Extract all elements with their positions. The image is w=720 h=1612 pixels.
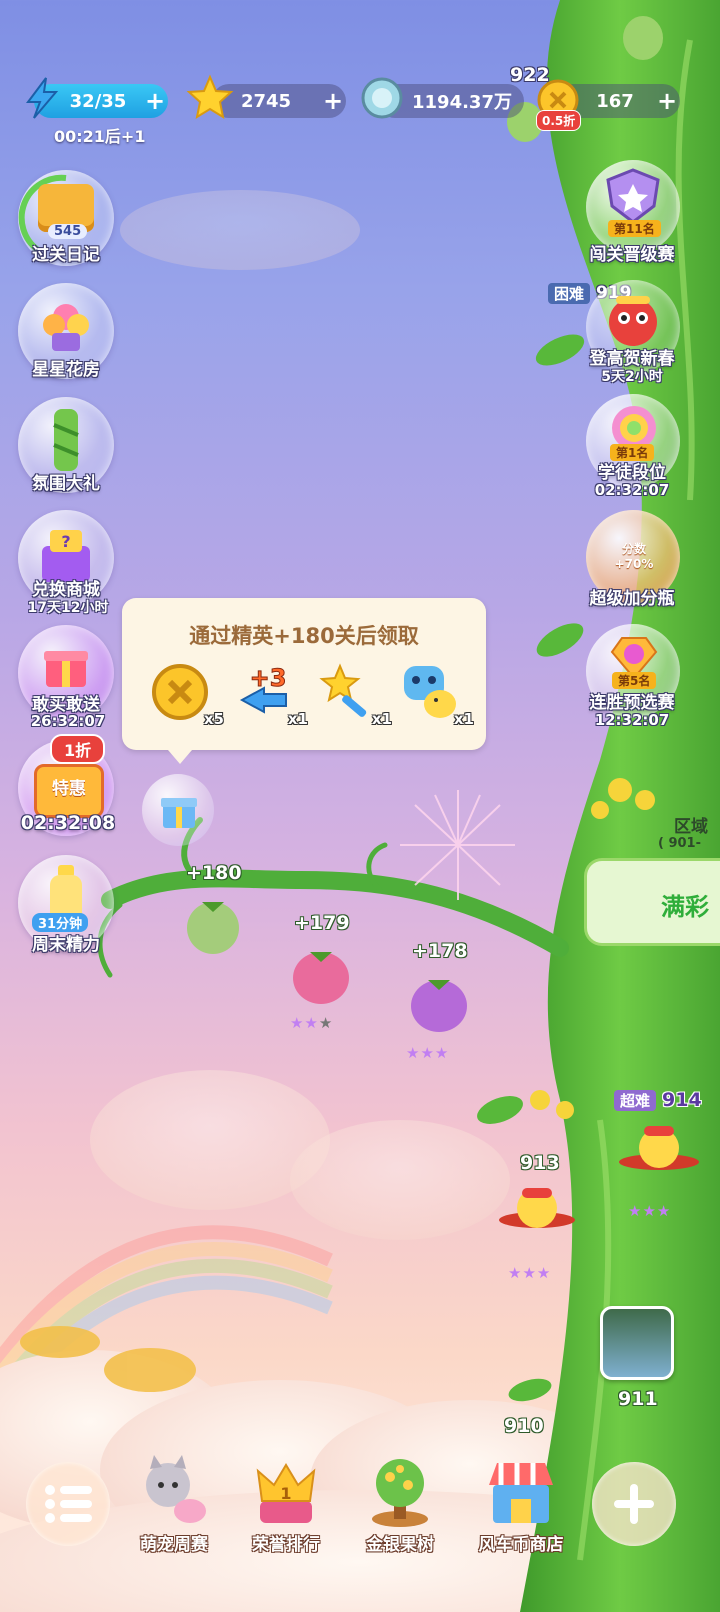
special-offer-icon: 特惠: [34, 764, 104, 818]
energy-timer: 00:21后+1: [54, 127, 146, 146]
nav-money-tree-label: 金银果树: [366, 1535, 434, 1555]
magic-wand-icon: [319, 663, 367, 717]
region-label: 区域: [674, 817, 708, 837]
new-year-climb-timer: 5天2小时: [601, 369, 663, 385]
nav-windmill-shop[interactable]: 风车币商店: [468, 1455, 574, 1555]
gold-plus-button[interactable]: +: [654, 88, 680, 114]
reward-count: x5: [203, 710, 224, 728]
money-tree-icon: [372, 1459, 428, 1527]
level-913-label: 913: [520, 1152, 560, 1174]
ambiance-gift-label: 氛围大礼: [32, 474, 100, 494]
nav-windmill-shop-label: 风车币商店: [478, 1535, 564, 1555]
discount-badge: 0.5折: [536, 110, 582, 131]
elite-level-179-label: +179: [294, 912, 350, 934]
elite-level-178-label: +178: [412, 940, 468, 962]
reward-count: x1: [453, 710, 474, 728]
coins-bar[interactable]: 1194.37万: [361, 77, 524, 119]
gift-box-icon: [44, 651, 88, 687]
super-score-bottle-label: 超级加分瓶: [589, 589, 675, 609]
elite-level-178-stars: ★★★: [406, 1044, 450, 1062]
nav-honor-rank[interactable]: 1 荣誉排行: [238, 1455, 334, 1555]
firework: [400, 790, 515, 900]
nav-money-tree[interactable]: 金银果树: [352, 1455, 448, 1555]
nav-honor-rank-label: 荣誉排行: [252, 1535, 320, 1555]
flower-icon: [43, 304, 89, 351]
vine-pillar-icon: [53, 409, 79, 471]
reward-tooltip: 通过精英+180关后领取 x5 +3 x1 x1 x1: [122, 598, 486, 764]
gift-box-icon: [161, 798, 197, 828]
elite-gift-button[interactable]: [142, 774, 214, 846]
menu-button[interactable]: [26, 1462, 110, 1546]
pass-diary-label: 过关日记: [32, 245, 100, 265]
reward-item-coin: x5: [150, 660, 224, 730]
elite-level-179-stars: ★★★: [290, 1014, 334, 1032]
reward-count: x1: [287, 710, 308, 728]
gold-coin-icon: [152, 664, 208, 720]
level-up-race-label: 闯关晋级赛: [589, 245, 675, 265]
exchange-shop-timer: 17天12小时: [27, 600, 109, 616]
level-913-node[interactable]: [494, 1180, 580, 1254]
level-up-race-badge: 第11名: [608, 220, 661, 237]
weekend-energy-label: 周末精力: [32, 935, 100, 955]
crown-icon: 1: [256, 1463, 316, 1523]
tooltip-title: 通过精英+180关后领取: [189, 624, 419, 648]
star-greenhouse-label: 星星花房: [32, 360, 100, 380]
reward-count: x1: [371, 710, 392, 728]
cat-pet-icon: [146, 1455, 206, 1523]
special-offer-timer: 02:32:08: [20, 812, 116, 834]
level-914-label: 914: [662, 1089, 702, 1111]
reward-item-pet: x1: [400, 660, 474, 730]
difficulty-tag-extreme: 超难: [614, 1090, 657, 1111]
waterfall-photo-node[interactable]: [600, 1306, 674, 1380]
level-914-node[interactable]: [614, 1118, 704, 1192]
streak-qualifier-label: 连胜预选赛: [589, 693, 675, 713]
score-bottle-badge: 分数 +70%: [614, 542, 654, 571]
plus3-text: +3: [250, 664, 287, 692]
shop-icon: [489, 1463, 553, 1523]
add-button[interactable]: [592, 1462, 676, 1546]
diary-badge: 545: [48, 224, 88, 239]
energy-plus-button[interactable]: +: [142, 88, 168, 114]
svg-text:?: ?: [61, 532, 70, 551]
elite-level-178-node[interactable]: [408, 970, 470, 1036]
shield-badge-icon: [606, 168, 660, 224]
apprentice-rank-label: 学徒段位: [598, 463, 666, 483]
plus-icon: [614, 1484, 654, 1524]
region-banner-text: 满彩: [661, 893, 709, 921]
level-910-label: 910: [504, 1415, 544, 1437]
energy-bar[interactable]: 32/35 +: [26, 77, 168, 119]
region-range: ( 901-: [658, 836, 701, 851]
level-913-stars: ★★★: [508, 1264, 552, 1282]
crown-rank-number: 1: [280, 1484, 291, 1503]
stars-bar[interactable]: 2745 +: [186, 74, 346, 120]
lion-dance-icon: [609, 296, 657, 346]
apprentice-rank-timer: 02:32:07: [594, 481, 670, 499]
silver-coin-icon: [361, 77, 403, 119]
lightning-icon: [26, 77, 59, 119]
difficulty-tag-hard: 困难: [548, 283, 591, 304]
elite-level-180-label: +180: [186, 862, 242, 884]
pet-chick-icon: [404, 666, 456, 718]
nav-pet-weekly[interactable]: 萌宠周赛: [126, 1455, 222, 1555]
dare-buy-timer: 26:32:07: [30, 712, 106, 730]
stars-plus-button[interactable]: +: [320, 88, 346, 114]
level-914-stars: ★★★: [628, 1202, 672, 1220]
region-banner[interactable]: 满彩: [584, 858, 720, 946]
reward-item-plus3: +3 x1: [234, 660, 308, 730]
nav-pet-weekly-label: 萌宠周赛: [140, 1535, 208, 1555]
streak-qualifier-timer: 12:32:07: [594, 711, 670, 729]
level-911-label: 911: [618, 1388, 658, 1410]
list-menu-icon: [45, 1485, 92, 1523]
star-icon: [186, 74, 234, 120]
plus3-moves-icon: +3: [239, 664, 287, 714]
elite-level-179-node[interactable]: [290, 942, 352, 1008]
reward-item-wand: x1: [318, 660, 392, 730]
elite-level-180-node[interactable]: [184, 892, 242, 958]
special-offer-badge: 1折: [50, 734, 106, 764]
streak-qualifier-badge: 第5名: [612, 672, 657, 689]
